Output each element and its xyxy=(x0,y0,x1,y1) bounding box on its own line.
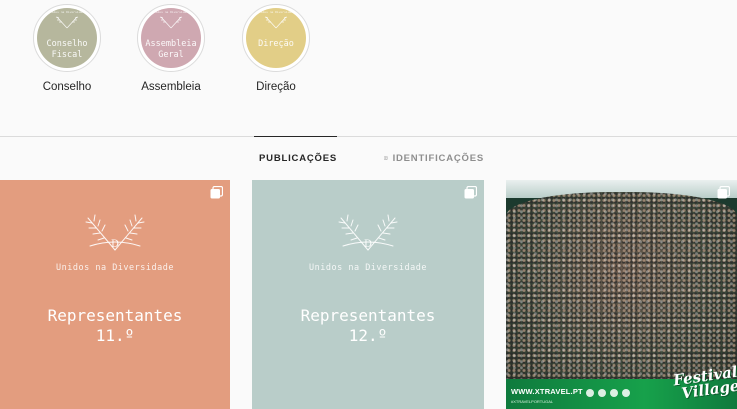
highlight-cover-text: Assembleia Geral xyxy=(145,39,197,60)
highlight-label: Assembleia xyxy=(141,81,201,93)
highlight-direcao[interactable]: Unidos na Diversidade Direção Direção xyxy=(221,4,331,93)
post-tile[interactable]: D Unidos na Diversidade Representantes 1… xyxy=(252,180,484,409)
emblem-letter: D xyxy=(111,239,119,250)
post-number: 12.º xyxy=(348,326,388,345)
tab-publicacoes[interactable]: PUBLICAÇÕES xyxy=(254,136,337,180)
highlight-cover-text: Direção xyxy=(258,39,294,49)
carousel-icon xyxy=(210,186,223,199)
wheat-emblem-icon: D xyxy=(338,214,398,251)
highlight-label: Direção xyxy=(256,81,296,93)
post-subsite-text: #XTRAVELPORTUGAL xyxy=(511,399,554,404)
emblem-letter: D xyxy=(364,239,372,250)
tag-person-icon xyxy=(384,156,388,160)
tabs-divider xyxy=(0,136,737,137)
wheat-emblem-icon: D xyxy=(85,214,145,251)
highlight-cover: Unidos na Diversidade Conselho Fiscal xyxy=(37,8,97,68)
post-tile[interactable]: D Unidos na Diversidade Representantes 1… xyxy=(0,180,230,409)
post-title: Representantes xyxy=(47,306,183,325)
highlight-assembleia[interactable]: Unidos na Diversidade Assembleia Geral A… xyxy=(116,4,226,93)
highlight-mini-text: Unidos na Diversidade xyxy=(48,11,86,14)
carousel-icon xyxy=(464,186,477,199)
post-tile-photo[interactable]: WWW.XTRAVEL.PT #XTRAVELPORTUGAL Festival… xyxy=(506,180,737,409)
highlight-ring: Unidos na Diversidade Direção xyxy=(242,4,310,72)
post-number: 11.º xyxy=(95,326,135,345)
post-title: Representantes xyxy=(300,306,436,325)
post-tagline: Unidos na Diversidade xyxy=(309,263,427,273)
highlight-mini-text: Unidos na Diversidade xyxy=(152,11,190,14)
post-tagline: Unidos na Diversidade xyxy=(56,263,174,273)
story-highlights: Unidos na Diversidade Conselho Fiscal Co… xyxy=(0,0,737,110)
wheat-emblem-icon xyxy=(159,16,183,29)
sponsor-logo-icon xyxy=(610,389,618,397)
wheat-emblem-icon xyxy=(55,16,79,29)
tab-label: IDENTIFICAÇÕES xyxy=(392,152,484,164)
highlight-cover-text: Conselho Fiscal xyxy=(46,39,88,60)
carousel-icon xyxy=(717,186,730,199)
sponsor-logo-icon xyxy=(586,389,594,397)
highlight-conselho[interactable]: Unidos na Diversidade Conselho Fiscal Co… xyxy=(12,4,122,93)
post-site-text: WWW.XTRAVEL.PT xyxy=(511,387,583,396)
highlight-mini-text: Unidos na Diversidade xyxy=(257,11,295,14)
highlight-cover: Unidos na Diversidade Direção xyxy=(246,8,306,68)
highlight-cover: Unidos na Diversidade Assembleia Geral xyxy=(141,8,201,68)
sponsor-logo-icon xyxy=(622,389,630,397)
tab-identificacoes[interactable]: IDENTIFICAÇÕES xyxy=(384,136,484,180)
highlight-ring: Unidos na Diversidade Conselho Fiscal xyxy=(33,4,101,72)
wheat-emblem-icon xyxy=(264,16,288,29)
highlight-label: Conselho xyxy=(42,81,92,93)
sponsor-logo-icon xyxy=(598,389,606,397)
festival-logo: Festival Village xyxy=(672,362,737,403)
crowd-photo xyxy=(506,192,737,392)
highlight-ring: Unidos na Diversidade Assembleia Geral xyxy=(137,4,205,72)
sponsor-logos xyxy=(586,389,630,397)
tab-label: PUBLICAÇÕES xyxy=(259,153,337,164)
